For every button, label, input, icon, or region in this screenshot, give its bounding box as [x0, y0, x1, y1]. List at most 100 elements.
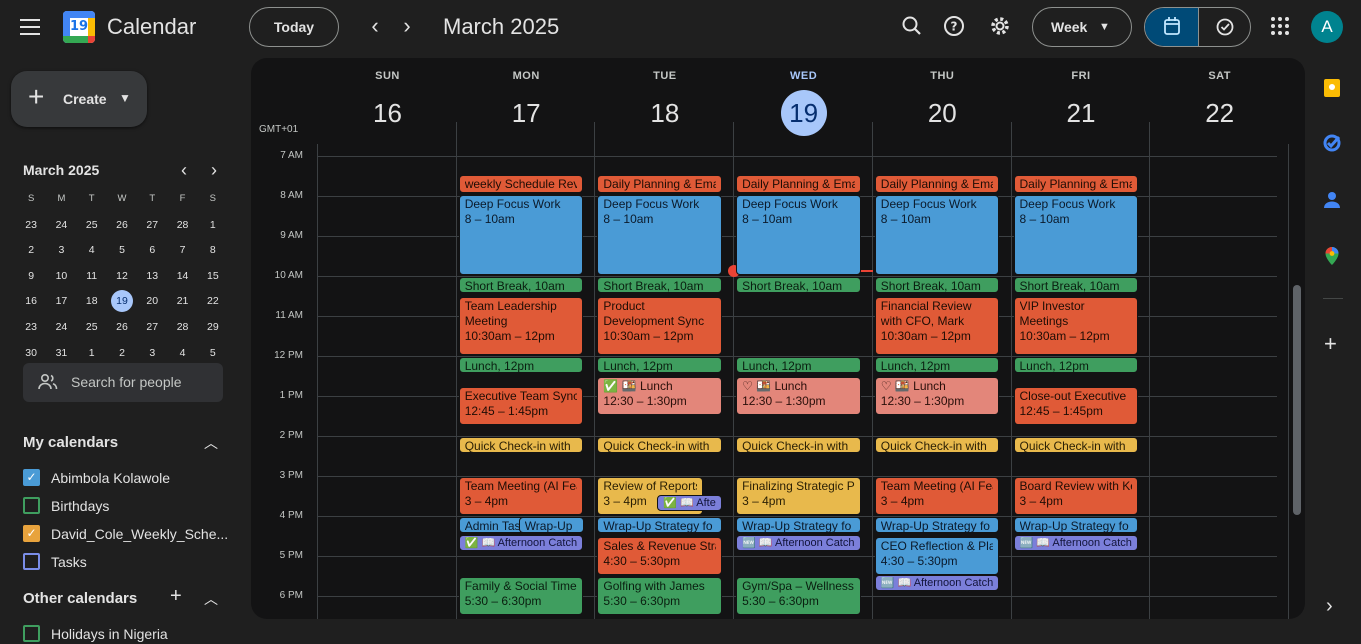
mini-month-day[interactable]: 24 — [46, 214, 76, 240]
event-chip[interactable]: Lunch, 12pm — [1013, 357, 1139, 373]
event-chip[interactable]: Sales & Revenue Stra 4:30 – 5:30pm — [597, 537, 723, 575]
mini-month-day[interactable]: 5 — [107, 239, 137, 265]
day-header[interactable]: MON 17 — [457, 70, 596, 136]
mini-month-day[interactable]: 9 — [16, 265, 46, 291]
scrollbar[interactable] — [1293, 285, 1301, 515]
calendar-view-toggle[interactable] — [1145, 8, 1198, 46]
event-chip[interactable]: Lunch, 12pm — [458, 357, 584, 373]
calendar-checkbox[interactable]: ✓ — [23, 469, 40, 486]
event-chip[interactable]: Quick Check-in with — [458, 437, 584, 453]
event-chip[interactable]: Product Development Sync 10:30am – 12pm — [597, 297, 723, 355]
day-header[interactable]: FRI 21 — [1012, 70, 1151, 136]
calendar-checkbox[interactable] — [23, 497, 40, 514]
get-addons-plus-icon[interactable]: + — [1324, 331, 1337, 357]
mini-month-day[interactable]: 2 — [16, 239, 46, 265]
mini-month-day[interactable]: 19 — [107, 290, 137, 316]
event-chip[interactable]: Wrap-Up Strategy fo — [736, 517, 861, 533]
mini-month-day[interactable]: 8 — [198, 239, 228, 265]
day-date[interactable]: 19 — [780, 90, 827, 136]
mini-month-day[interactable]: 28 — [167, 214, 197, 240]
event-chip[interactable]: 🆕 📖 Afternoon Catch — [736, 535, 861, 551]
mini-next-month-icon[interactable]: › — [204, 160, 224, 181]
event-chip[interactable]: Short Break, 10am — [1013, 277, 1139, 293]
event-chip[interactable]: Finalizing Strategic P3 – 4pm — [736, 477, 861, 515]
search-people-input[interactable]: Search for people — [23, 363, 223, 402]
mini-month-day[interactable]: 29 — [198, 316, 228, 342]
chevron-up-icon[interactable]: ︿ — [204, 589, 218, 609]
event-chip[interactable]: Daily Planning & Ema — [874, 175, 1000, 193]
mini-month-day[interactable]: 23 — [16, 316, 46, 342]
mini-month-day[interactable]: 26 — [107, 316, 137, 342]
mini-month-day[interactable]: 20 — [137, 290, 167, 316]
tasks-icon[interactable] — [1321, 132, 1343, 154]
event-chip[interactable]: Gym/Spa – Wellness 5:30 – 6:30pm — [736, 577, 861, 615]
keep-icon[interactable] — [1321, 77, 1343, 99]
event-chip[interactable]: CEO Reflection & Pla 4:30 – 5:30pm — [874, 537, 1000, 575]
settings-gear-icon[interactable] — [987, 13, 1013, 39]
mini-month-day[interactable]: 25 — [77, 214, 107, 240]
event-chip[interactable]: ♡ 🍱 Lunch 12:30 – 1:30pm — [736, 377, 861, 415]
calendar-item[interactable]: Tasks — [23, 550, 233, 572]
event-chip[interactable]: 🆕 📖 Afternoon Catch — [1013, 535, 1139, 551]
day-date[interactable]: 22 — [1197, 90, 1243, 136]
mini-month-day[interactable]: 14 — [167, 265, 197, 291]
mini-month-day[interactable]: 22 — [198, 290, 228, 316]
mini-month-day[interactable]: 17 — [46, 290, 76, 316]
event-chip[interactable]: Deep Focus Work 8 – 10am — [874, 195, 1000, 275]
maps-icon[interactable] — [1321, 245, 1343, 267]
event-chip[interactable]: ♡ 🍱 Lunch 12:30 – 1:30pm — [874, 377, 1000, 415]
event-chip[interactable]: Deep Focus Work 8 – 10am — [597, 195, 723, 275]
day-date[interactable]: 17 — [503, 90, 549, 136]
event-chip[interactable]: Quick Check-in with — [736, 437, 861, 453]
today-button[interactable]: Today — [249, 7, 339, 47]
event-chip[interactable]: VIP Investor Meetings 10:30am – 12pm — [1013, 297, 1139, 355]
contacts-icon[interactable] — [1321, 189, 1343, 211]
calendar-item[interactable]: ✓ Abimbola Kolawole — [23, 466, 233, 488]
mini-month-day[interactable]: 21 — [167, 290, 197, 316]
day-header[interactable]: SUN 16 — [318, 70, 457, 136]
event-chip[interactable]: Wrap-Up Strategy fo — [874, 517, 1000, 533]
main-menu-icon[interactable] — [20, 19, 40, 35]
create-button[interactable]: + Create ▼ — [11, 71, 147, 127]
event-chip[interactable]: ✅ 📖 Afte — [657, 495, 723, 511]
mini-month-day[interactable]: 6 — [137, 239, 167, 265]
mini-month-day[interactable]: 26 — [107, 214, 137, 240]
my-calendars-title[interactable]: My calendars — [23, 434, 118, 451]
mini-month-day[interactable]: 15 — [198, 265, 228, 291]
apps-grid-icon[interactable] — [1267, 13, 1293, 39]
event-chip[interactable]: Wrap-Up Strategy fo — [597, 517, 723, 533]
mini-month-day[interactable]: 1 — [198, 214, 228, 240]
search-icon[interactable] — [899, 13, 925, 39]
event-chip[interactable]: Family & Social Time 5:30 – 6:30pm — [458, 577, 584, 615]
day-date[interactable]: 21 — [1058, 90, 1104, 136]
calendar-checkbox[interactable] — [23, 625, 40, 642]
mini-month-day[interactable]: 27 — [137, 316, 167, 342]
expand-panel-chevron-icon[interactable]: › — [1326, 595, 1333, 618]
mini-month-day[interactable]: 16 — [16, 290, 46, 316]
calendar-checkbox[interactable] — [23, 553, 40, 570]
mini-month-day[interactable]: 11 — [77, 265, 107, 291]
event-chip[interactable]: Financial Review with CFO, Mark 10:30am –… — [874, 297, 1000, 355]
event-chip[interactable]: Short Break, 10am — [874, 277, 1000, 293]
mini-month-day[interactable]: 27 — [137, 214, 167, 240]
event-chip[interactable]: Wrap-Up — [518, 517, 584, 533]
mini-month-day[interactable]: 10 — [46, 265, 76, 291]
avatar[interactable]: A — [1311, 11, 1343, 43]
chevron-left-icon[interactable]: ‹ — [363, 14, 387, 38]
chevron-right-icon[interactable]: › — [395, 14, 419, 38]
event-chip[interactable]: ✅ 📖 Afternoon Catch — [458, 535, 584, 551]
event-chip[interactable]: Wrap-Up Strategy fo — [1013, 517, 1139, 533]
event-chip[interactable]: Quick Check-in with — [1013, 437, 1139, 453]
mini-month-day[interactable]: 3 — [46, 239, 76, 265]
calendar-logo[interactable]: 19 — [63, 11, 95, 43]
event-chip[interactable]: Daily Planning & Ema — [1013, 175, 1139, 193]
event-chip[interactable]: 🆕 📖 Afternoon Catch — [874, 575, 1000, 591]
mini-month-day[interactable]: 24 — [46, 316, 76, 342]
chevron-up-icon[interactable]: ︿ — [204, 433, 218, 453]
event-chip[interactable]: Quick Check-in with — [874, 437, 1000, 453]
event-chip[interactable]: Board Review with Ke 3 – 4pm — [1013, 477, 1139, 515]
event-chip[interactable]: Close-out Executive 12:45 – 1:45pm — [1013, 387, 1139, 425]
mini-month-day[interactable]: 13 — [137, 265, 167, 291]
event-chip[interactable]: Team Meeting (AI Fea 3 – 4pm — [458, 477, 584, 515]
day-header[interactable]: WED 19 — [734, 70, 873, 136]
